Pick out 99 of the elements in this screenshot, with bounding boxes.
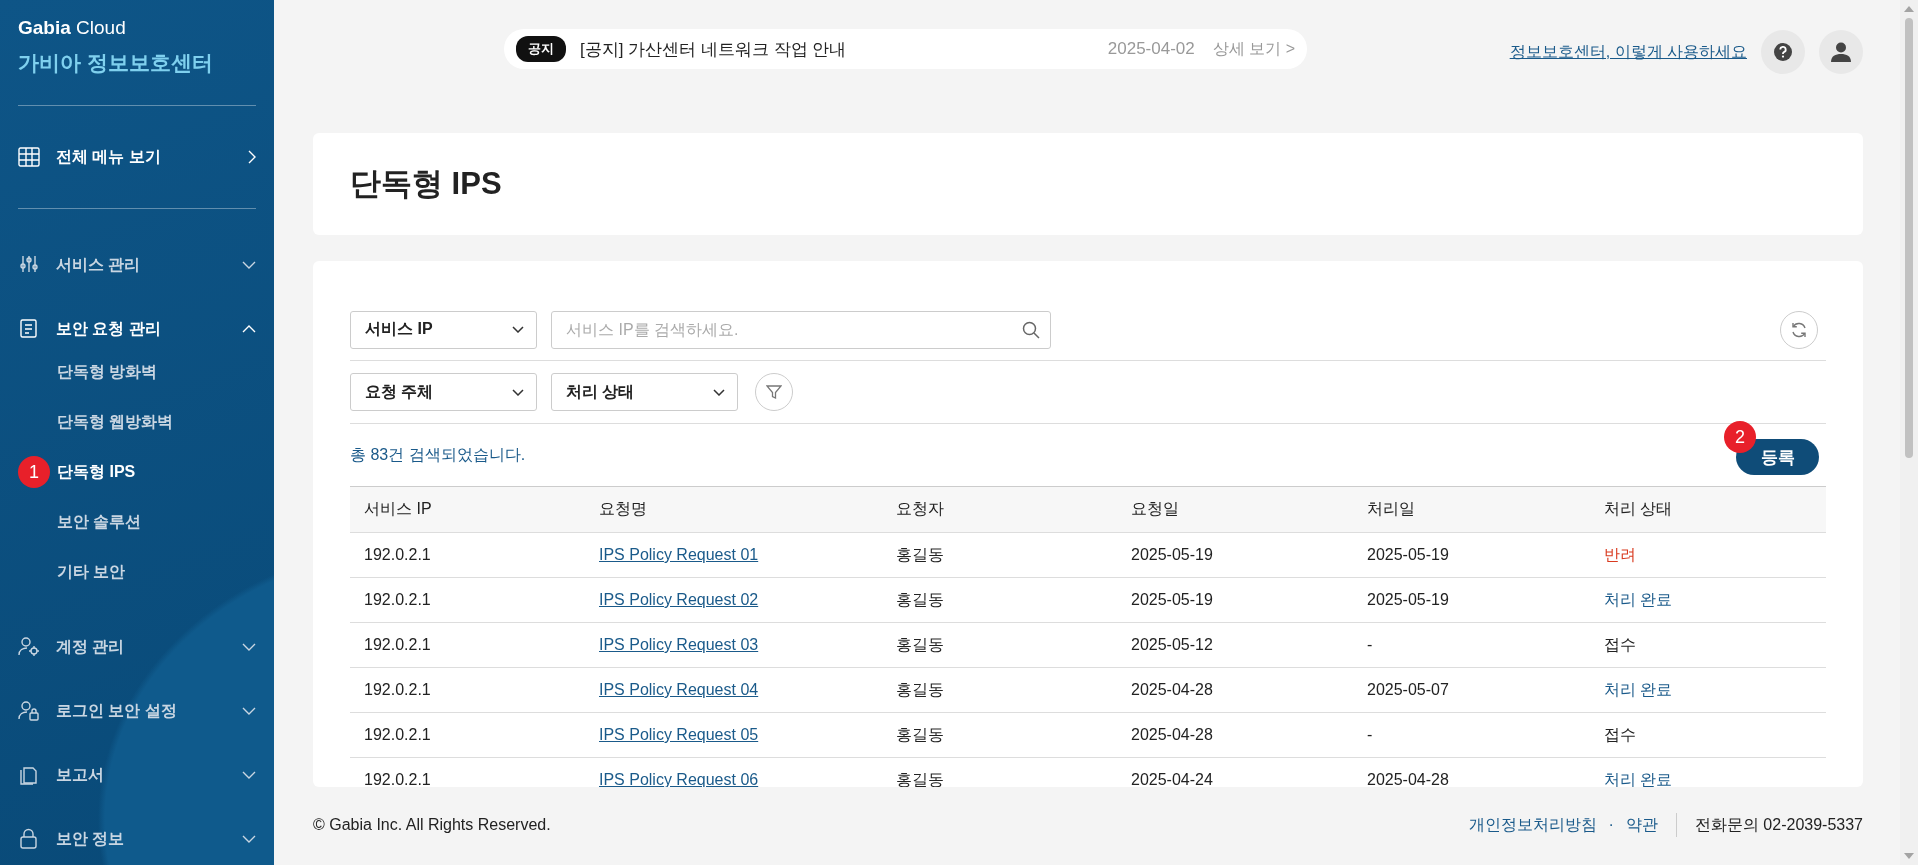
table-cell: 192.0.2.1 [350, 532, 585, 578]
site-title[interactable]: 가비아 정보보호센터 [18, 49, 256, 77]
user-gear-icon [18, 636, 40, 658]
column-header: 처리 상태 [1590, 487, 1826, 533]
filter-icon [766, 384, 782, 400]
table-cell: 2025-04-28 [1353, 757, 1590, 787]
status-cell: 반려 [1590, 532, 1826, 578]
sidebar-menu-item[interactable]: 서비스 관리 [0, 233, 274, 297]
filter-dropdown[interactable]: 처리 상태 [551, 373, 738, 411]
sidebar-submenu-item[interactable]: 단독형 웹방화벽 [57, 397, 174, 447]
column-header: 서비스 IP [350, 487, 585, 533]
lock-icon [18, 828, 40, 850]
footer-link[interactable]: 약관 [1625, 814, 1658, 836]
status-cell: 접수 [1590, 712, 1826, 758]
request-link[interactable]: IPS Policy Request 05 [599, 726, 759, 743]
step-badge: 1 [18, 456, 50, 488]
request-link[interactable]: IPS Policy Request 04 [599, 681, 759, 698]
filter-dropdown[interactable]: 서비스 IP [350, 310, 537, 349]
help-button[interactable] [1761, 30, 1805, 74]
brand-logo[interactable]: Gabia Cloud [18, 16, 256, 40]
link-separator: · [1608, 816, 1614, 834]
user-icon [1830, 41, 1852, 63]
status-cell: 처리 완료 [1590, 577, 1826, 623]
filter-button[interactable] [755, 373, 793, 411]
table-cell: 홍길동 [882, 577, 1117, 623]
scroll-up-arrow[interactable] [1904, 6, 1914, 12]
all-menu-button[interactable]: 전체 메뉴 보기 [0, 106, 274, 208]
table-cell: 2025-05-19 [1353, 577, 1590, 623]
help-icon [1773, 42, 1793, 62]
sidebar-submenu-item[interactable]: 보안 솔루션 [57, 497, 142, 547]
column-header: 요청명 [585, 487, 882, 533]
table-cell: 192.0.2.1 [350, 622, 585, 668]
chevron-down-icon [713, 388, 725, 396]
column-header: 요청일 [1117, 487, 1353, 533]
table-cell: 홍길동 [882, 622, 1117, 668]
table-cell: 홍길동 [882, 667, 1117, 713]
pages-icon [18, 764, 40, 786]
copyright-text: © Gabia Inc. All Rights Reserved. [313, 816, 551, 834]
chevron-down-icon [242, 835, 256, 843]
filter-dropdown[interactable]: 요청 주체 [350, 373, 537, 411]
column-header: 요청자 [882, 487, 1117, 533]
table-cell: 192.0.2.1 [350, 712, 585, 758]
sidebar-menu-item[interactable]: 보고서 [0, 743, 274, 807]
request-link[interactable]: IPS Policy Request 01 [599, 546, 759, 563]
table-cell: 2025-04-28 [1117, 667, 1353, 713]
page-title: 단독형 IPS [350, 165, 502, 203]
request-link[interactable]: IPS Policy Request 02 [599, 591, 759, 608]
chevron-down-icon [242, 643, 256, 651]
sidebar-menu-item[interactable]: 로그인 보안 설정 [0, 679, 274, 743]
table-cell: 2025-04-28 [1117, 712, 1353, 758]
table-cell: 2025-05-19 [1117, 532, 1353, 578]
table-cell: 홍길동 [882, 712, 1117, 758]
footer-link[interactable]: 개인정보처리방침 [1468, 814, 1597, 836]
chevron-down-icon [512, 388, 524, 396]
chevron-down-icon [512, 326, 524, 333]
refresh-button[interactable] [1780, 310, 1818, 349]
notice-tag: 공지 [516, 36, 566, 62]
grid-icon [18, 147, 40, 167]
sidebar-menu-item[interactable]: 계정 관리 [0, 615, 274, 679]
step-badge: 2 [1724, 421, 1756, 453]
table-cell: 홍길동 [882, 532, 1117, 578]
table-cell: 2025-05-19 [1353, 532, 1590, 578]
search-icon [1022, 320, 1040, 339]
table-cell: 2025-05-19 [1117, 577, 1353, 623]
table-cell: 192.0.2.1 [350, 667, 585, 713]
table-cell: 홍길동 [882, 757, 1117, 787]
scrollbar-thumb[interactable] [1905, 18, 1913, 458]
chevron-right-icon [248, 150, 256, 164]
chevron-down-icon [242, 771, 256, 779]
profile-button[interactable] [1819, 30, 1863, 74]
table-cell: - [1353, 622, 1590, 668]
document-icon [18, 318, 40, 340]
result-count: 총 83건 검색되었습니다. [350, 444, 526, 465]
request-link[interactable]: IPS Policy Request 03 [599, 636, 759, 653]
status-cell: 처리 완료 [1590, 667, 1826, 713]
table-cell: 192.0.2.1 [350, 577, 585, 623]
chevron-down-icon [242, 261, 256, 269]
table-cell: - [1353, 712, 1590, 758]
chevron-up-icon [242, 325, 256, 333]
user-lock-icon [18, 700, 40, 722]
table-cell: 192.0.2.1 [350, 757, 585, 787]
table-cell: 2025-05-07 [1353, 667, 1590, 713]
scroll-down-arrow[interactable] [1904, 853, 1914, 859]
notice-date: 2025-04-02 [1107, 39, 1195, 59]
sidebar-menu-item[interactable]: 보안 정보 [0, 807, 274, 865]
guide-link[interactable]: 정보보호센터, 이렇게 사용하세요 [1509, 41, 1747, 63]
search-field[interactable]: 서비스 IP를 검색하세요. [551, 310, 1051, 349]
column-header: 처리일 [1353, 487, 1590, 533]
table-cell: 2025-04-24 [1117, 757, 1353, 787]
table-cell: 2025-05-12 [1117, 622, 1353, 668]
chevron-down-icon [242, 707, 256, 715]
phone-text: 전화문의 02-2039-5337 [1694, 814, 1863, 835]
sidebar-submenu-item[interactable]: 기타 보안 [57, 547, 126, 597]
notice-bar[interactable]: 공지 [공지] 가산센터 네트워크 작업 안내 2025-04-02 상세 보기 > [504, 29, 1307, 69]
status-cell: 처리 완료 [1590, 757, 1826, 787]
refresh-icon [1790, 320, 1808, 339]
notice-text: [공지] 가산센터 네트워크 작업 안내 [580, 38, 848, 61]
sidebar-submenu-item[interactable]: 단독형 IPS [57, 447, 136, 497]
status-cell: 접수 [1590, 622, 1826, 668]
